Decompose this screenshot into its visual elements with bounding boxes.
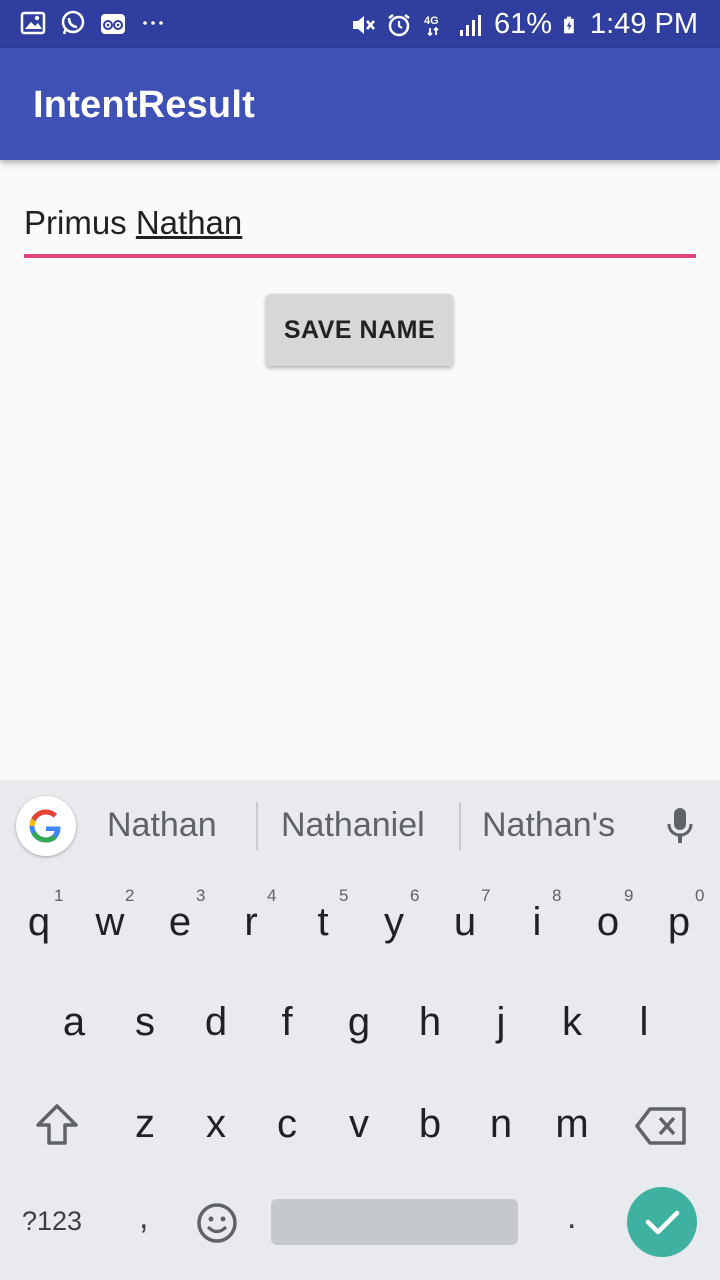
key-p[interactable]: p [649, 900, 709, 945]
key-h[interactable]: h [400, 1000, 460, 1045]
key-y[interactable]: y [364, 900, 424, 945]
key-b[interactable]: b [400, 1102, 460, 1147]
more-dots-icon [143, 21, 163, 25]
key-f[interactable]: f [257, 1000, 317, 1045]
suggestion-divider [256, 802, 258, 850]
google-g-icon [29, 809, 61, 843]
key-m[interactable]: m [542, 1102, 602, 1147]
app-title: IntentResult [33, 84, 255, 126]
suggestion-1[interactable]: Nathan [107, 806, 217, 845]
suggestion-3[interactable]: Nathan's [482, 806, 615, 845]
svg-text:4G: 4G [424, 15, 439, 27]
key-l[interactable]: l [614, 1000, 674, 1045]
name-text-first: Primus [24, 204, 136, 241]
key-z[interactable]: z [115, 1102, 175, 1147]
key-n[interactable]: n [471, 1102, 531, 1147]
name-input[interactable]: Primus Nathan [24, 198, 696, 258]
notification-icons [20, 10, 166, 36]
enter-button[interactable] [627, 1187, 697, 1257]
tripadvisor-icon [101, 14, 125, 34]
checkmark-icon [645, 1210, 680, 1235]
key-s[interactable]: s [115, 1000, 175, 1045]
key-t[interactable]: t [293, 900, 353, 945]
backspace-icon[interactable] [634, 1106, 688, 1146]
key-j[interactable]: j [471, 1000, 531, 1045]
key-q[interactable]: q [9, 900, 69, 945]
key-k[interactable]: k [542, 1000, 602, 1045]
shift-icon[interactable] [34, 1102, 80, 1148]
name-input-value[interactable]: Primus Nathan [24, 204, 242, 242]
app-bar: IntentResult [0, 48, 720, 160]
key-r[interactable]: r [221, 900, 281, 945]
suggestion-strip: Nathan Nathaniel Nathan's [0, 780, 720, 870]
clock: 1:49 PM [590, 8, 698, 40]
key-i[interactable]: i [507, 900, 567, 945]
status-bar: 4G 61% 1:49 PM [0, 0, 720, 48]
key-o[interactable]: o [578, 900, 638, 945]
key-v[interactable]: v [329, 1102, 389, 1147]
emoji-icon[interactable] [196, 1202, 238, 1244]
key-c[interactable]: c [257, 1102, 317, 1147]
battery-charging-icon [564, 16, 574, 33]
suggestion-2[interactable]: Nathaniel [281, 806, 425, 845]
key-e[interactable]: e [150, 900, 210, 945]
image-icon [20, 11, 46, 35]
save-name-button[interactable]: SAVE NAME [266, 294, 453, 366]
key-x[interactable]: x [186, 1102, 246, 1147]
google-button[interactable] [16, 796, 76, 856]
comma-key[interactable]: , [139, 1198, 148, 1237]
key-a[interactable]: a [44, 1000, 104, 1045]
period-key[interactable]: . [567, 1198, 576, 1237]
whatsapp-icon [61, 10, 85, 35]
soft-keyboard: Nathan Nathaniel Nathan's 1 q 2 w 3 e 4 … [0, 780, 720, 1280]
key-g[interactable]: g [329, 1000, 389, 1045]
signal-icon [459, 14, 481, 36]
key-u[interactable]: u [435, 900, 495, 945]
battery-percentage: 61% [493, 8, 552, 40]
system-status: 4G 61% 1:49 PM [350, 8, 698, 41]
key-d[interactable]: d [186, 1000, 246, 1045]
symbols-key[interactable]: ?123 [22, 1206, 82, 1237]
suggestion-divider [459, 802, 461, 850]
spacebar[interactable] [271, 1199, 518, 1245]
network-4g-icon: 4G [424, 15, 439, 36]
key-w[interactable]: w [80, 900, 140, 945]
alarm-icon [388, 13, 410, 36]
mute-icon [352, 15, 375, 34]
name-text-composing: Nathan [135, 204, 243, 241]
microphone-icon[interactable] [664, 806, 696, 846]
